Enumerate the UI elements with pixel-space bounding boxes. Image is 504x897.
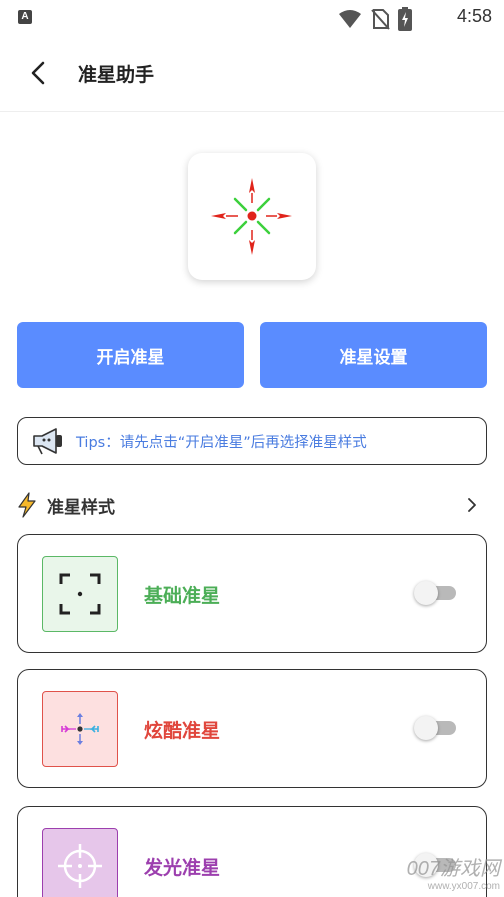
battery-charging-icon (398, 7, 412, 31)
basic-crosshair-icon (59, 573, 101, 615)
watermark-main: 007游戏网 (406, 858, 500, 880)
style-section-header[interactable]: 准星样式 (17, 490, 487, 520)
page-title: 准星助手 (78, 64, 155, 86)
status-bar: A 4:58 (0, 0, 504, 36)
status-icons (338, 7, 412, 31)
app-bar: 准星助手 (0, 36, 504, 112)
style-card-basic[interactable]: 基础准星 (17, 534, 487, 653)
toggle-basic[interactable] (414, 581, 458, 605)
megaphone-icon (33, 428, 62, 455)
chevron-left-icon[interactable] (24, 58, 54, 88)
tips-banner: Tips：请先点击“开启准星”后再选择准星样式 (17, 417, 487, 465)
toggle-cool[interactable] (414, 716, 458, 740)
watermark-sub: www.yx007.com (427, 881, 500, 892)
status-time: 4:58 (456, 6, 492, 26)
cool-crosshair-thumbnail (42, 691, 118, 767)
lightning-icon (18, 492, 36, 518)
style-label-glow: 发光准星 (144, 857, 221, 879)
style-label-cool: 炫酷准星 (144, 720, 221, 742)
crosshair-preview (188, 153, 316, 280)
watermark: 007游戏网 www.yx007.com (407, 852, 500, 892)
cool-crosshair-icon (61, 713, 99, 745)
basic-crosshair-thumbnail (42, 556, 118, 632)
start-crosshair-button[interactable]: 开启准星 (17, 322, 244, 388)
section-title: 准星样式 (47, 497, 115, 518)
crosshair-preview-icon (211, 178, 292, 255)
glow-crosshair-icon (58, 844, 102, 888)
tips-text: Tips：请先点击“开启准星”后再选择准星样式 (76, 434, 367, 451)
app-notification-icon: A (18, 10, 32, 24)
glow-crosshair-thumbnail (42, 828, 118, 897)
style-label-basic: 基础准星 (144, 585, 221, 607)
crosshair-settings-button[interactable]: 准星设置 (260, 322, 487, 388)
no-sim-icon (371, 9, 390, 30)
toggle-knob (414, 716, 438, 740)
wifi-icon (339, 10, 361, 28)
toggle-knob (414, 581, 438, 605)
style-card-cool[interactable]: 炫酷准星 (17, 669, 487, 788)
chevron-right-icon[interactable] (465, 496, 479, 514)
